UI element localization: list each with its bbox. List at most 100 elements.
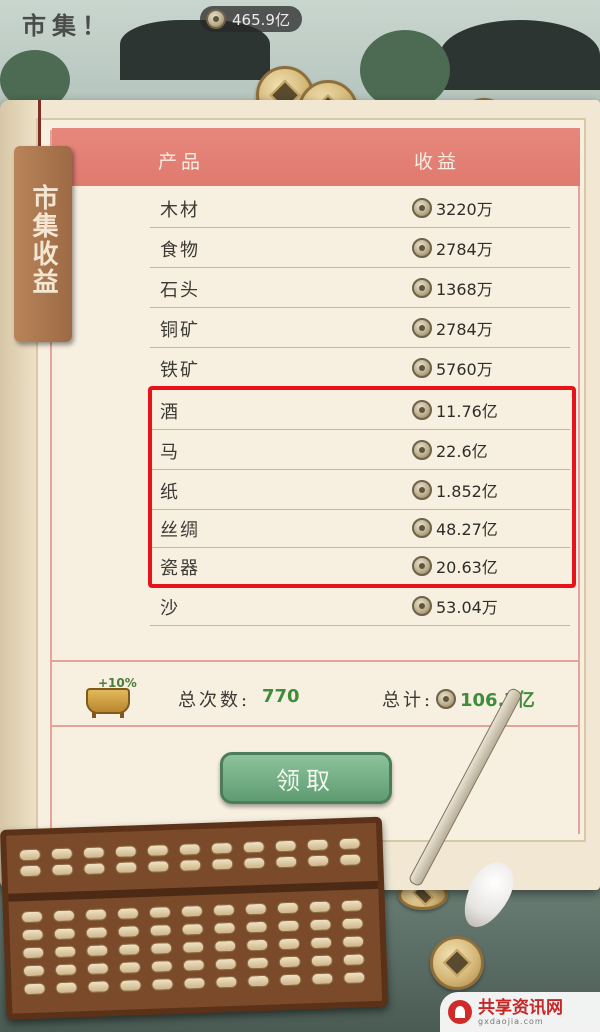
table-row: 石头 1368万 xyxy=(150,268,570,308)
abacus-bead xyxy=(181,922,204,936)
abacus-bead xyxy=(341,935,365,949)
abacus-bead xyxy=(22,964,46,978)
coin-icon xyxy=(412,596,432,616)
income-value: 2784万 xyxy=(436,240,493,259)
abacus-bead xyxy=(54,963,78,977)
top-bar: 市集！ 465.9亿 xyxy=(0,0,600,40)
abacus-bead xyxy=(148,906,172,919)
abacus-bead xyxy=(182,958,206,972)
abacus-bead xyxy=(87,980,110,994)
coin-icon xyxy=(412,318,432,338)
abacus-bead xyxy=(52,909,76,923)
money-value: 465.9亿 xyxy=(232,10,290,29)
abacus-bead xyxy=(309,918,332,932)
coin-icon xyxy=(412,238,432,258)
abacus-bead xyxy=(147,860,170,873)
watermark-text: 共享资讯网 gxdaojia.com xyxy=(478,999,563,1026)
abacus-bead xyxy=(183,976,206,990)
abacus-bead xyxy=(117,925,140,938)
table-row: 木材 3220万 xyxy=(150,188,570,228)
abacus-beam xyxy=(8,880,379,902)
coin-icon xyxy=(412,198,432,218)
abacus-bead xyxy=(245,938,269,952)
coin-icon xyxy=(206,9,226,29)
abacus-bead xyxy=(23,982,46,996)
coin-icon xyxy=(412,278,432,298)
abacus-bead xyxy=(179,858,202,872)
abacus-bead xyxy=(340,899,364,913)
tag-string xyxy=(38,100,41,150)
total-value: 106.7亿 xyxy=(460,690,535,711)
abacus-bead xyxy=(279,973,302,987)
product-name: 沙 xyxy=(160,598,180,619)
total-count-value: 770 xyxy=(262,686,300,707)
product-name: 食物 xyxy=(160,240,200,261)
abacus-bead xyxy=(54,945,77,959)
abacus-bead xyxy=(275,855,298,869)
abacus-bead xyxy=(51,863,74,877)
tag-title: 市集收益 xyxy=(28,184,58,296)
abacus-bead xyxy=(342,953,365,967)
abacus-bead xyxy=(213,921,236,935)
watermark-title: 共享资讯网 xyxy=(478,997,563,1018)
abacus-bead xyxy=(116,907,140,920)
product-name: 铜矿 xyxy=(160,320,200,341)
income-value: 53.04万 xyxy=(436,598,498,617)
income-value: 5760万 xyxy=(436,360,493,379)
abacus-bead xyxy=(21,928,44,942)
abacus-bead xyxy=(278,955,301,969)
abacus-bead xyxy=(338,837,361,851)
table-row: 食物 2784万 xyxy=(150,228,570,268)
abacus-bead xyxy=(146,844,170,857)
income-cell: 2784万 xyxy=(412,236,493,260)
tree xyxy=(360,30,450,110)
abacus-bead xyxy=(310,954,333,968)
income-cell: 5760万 xyxy=(412,356,493,380)
total-label: 总计: xyxy=(382,690,434,711)
product-name: 木材 xyxy=(160,200,200,221)
watermark-logo-icon xyxy=(448,1000,472,1024)
abacus-bead xyxy=(178,843,201,856)
abacus-bead xyxy=(215,975,238,989)
header-income: 收益 xyxy=(414,151,461,173)
claim-button[interactable]: 领取 xyxy=(220,752,392,804)
coin-icon xyxy=(436,689,456,709)
abacus-bead xyxy=(22,946,45,960)
abacus-bead xyxy=(150,960,174,973)
coin-decoration-icon xyxy=(430,936,484,990)
abacus-bead xyxy=(212,903,236,917)
abacus-bead xyxy=(151,978,174,991)
abacus-bead xyxy=(246,956,270,970)
abacus-bead xyxy=(150,942,173,955)
abacus-bead xyxy=(276,901,300,915)
abacus-bead xyxy=(86,962,110,976)
abacus-bead xyxy=(83,862,106,876)
income-value: 2784万 xyxy=(436,320,493,339)
abacus-bead xyxy=(82,846,106,860)
abacus-bead xyxy=(119,979,142,992)
income-cell: 3220万 xyxy=(412,196,493,220)
abacus-bead xyxy=(85,926,108,940)
income-value: 1368万 xyxy=(436,280,493,299)
product-name: 铁矿 xyxy=(160,360,200,381)
abacus-bead xyxy=(50,847,74,861)
abacus-bead xyxy=(20,910,44,924)
pot-legs xyxy=(92,712,124,718)
abacus-bead xyxy=(118,943,141,956)
abacus-bead xyxy=(182,940,205,954)
abacus-bead xyxy=(308,900,332,914)
abacus-bead xyxy=(343,971,366,985)
header-product: 产品 xyxy=(158,151,205,173)
abacus-bead xyxy=(309,936,333,950)
abacus-bead xyxy=(244,902,268,916)
abacus-icon xyxy=(0,816,389,1020)
table-row: 铁矿 5760万 xyxy=(150,348,570,388)
abacus-bead xyxy=(306,838,329,852)
table-header xyxy=(52,128,580,186)
table-row: 铜矿 2784万 xyxy=(150,308,570,348)
abacus-bead xyxy=(19,864,42,878)
income-value: 3220万 xyxy=(436,200,493,219)
abacus-bead xyxy=(115,861,138,874)
product-name: 石头 xyxy=(160,280,200,301)
income-cell: 2784万 xyxy=(412,316,493,340)
